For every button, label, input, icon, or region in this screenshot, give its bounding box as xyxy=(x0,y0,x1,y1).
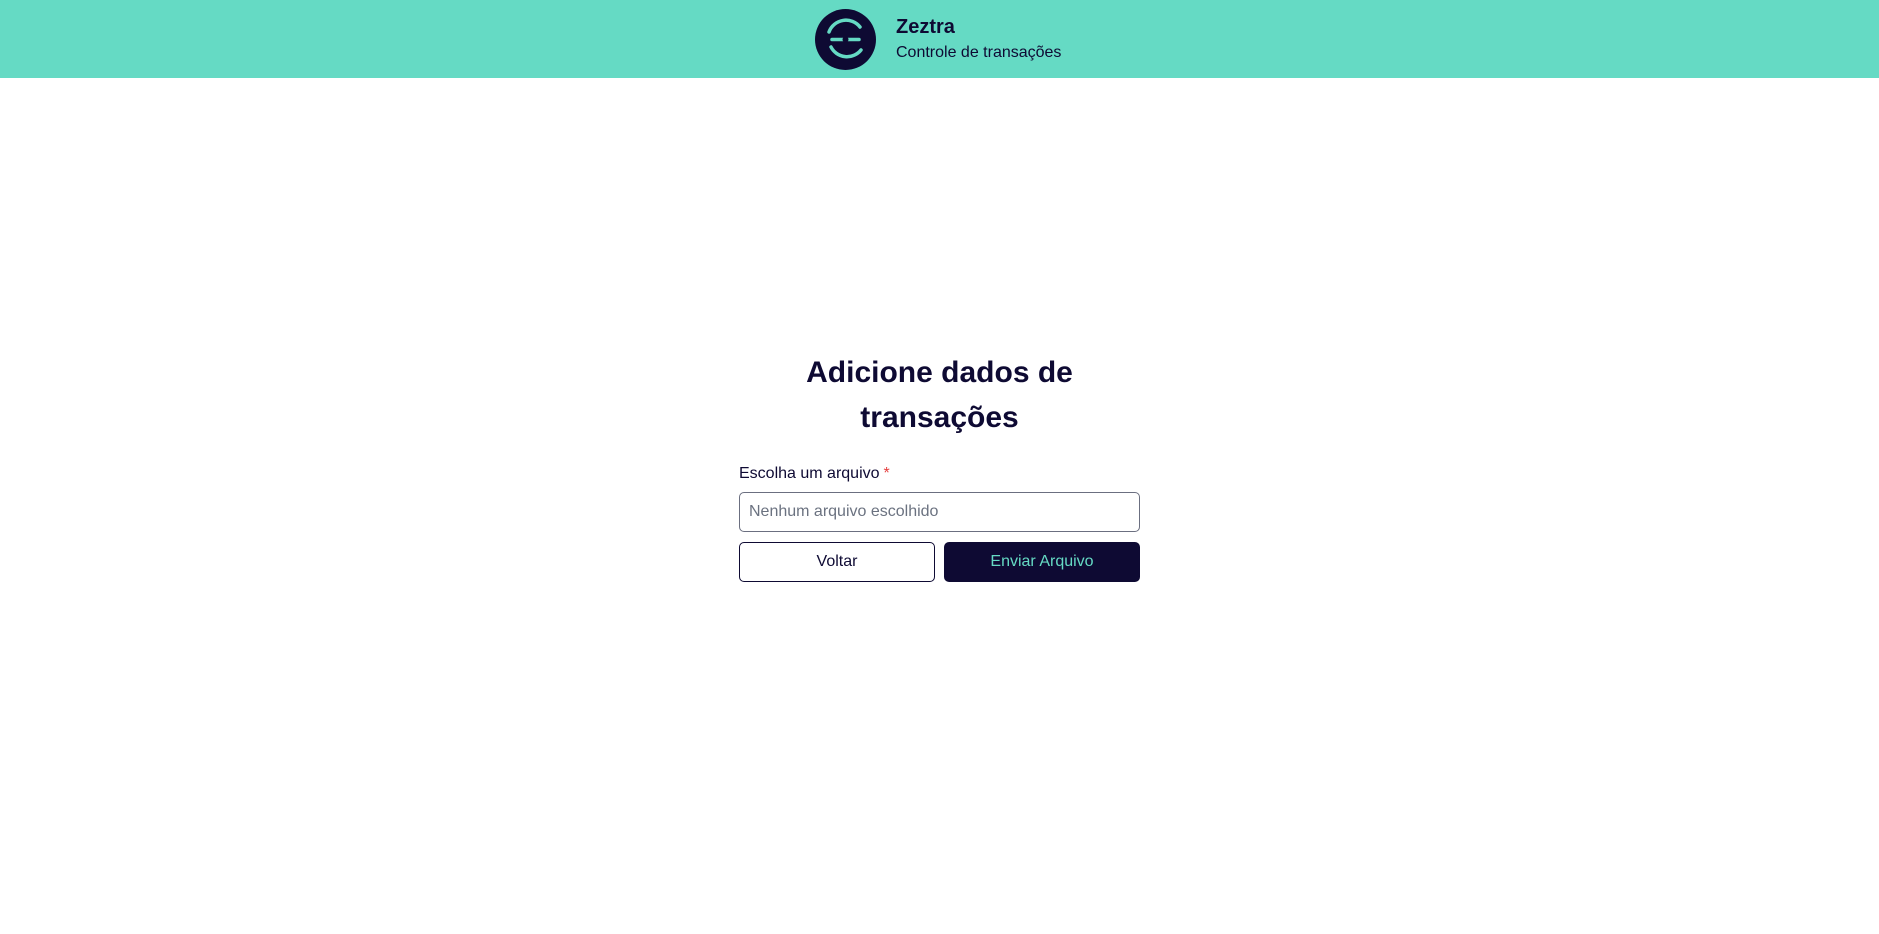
back-button[interactable]: Voltar xyxy=(739,542,935,582)
file-field-label-text: Escolha um arquivo xyxy=(739,465,880,482)
app-name: Zeztra xyxy=(896,15,955,38)
file-input-placeholder: Nenhum arquivo escolhido xyxy=(749,503,939,520)
app-header: Zeztra Controle de transações xyxy=(0,0,1879,78)
file-input[interactable]: Nenhum arquivo escolhido xyxy=(739,492,1140,532)
brand-text: Zeztra Controle de transações xyxy=(896,15,1061,64)
file-field-label: Escolha um arquivo * xyxy=(739,464,1140,484)
app-subtitle: Controle de transações xyxy=(896,43,1062,61)
required-marker: * xyxy=(883,465,890,482)
form-actions: Voltar Enviar Arquivo xyxy=(739,542,1140,582)
page-title: Adicione dados de transações xyxy=(806,356,1073,434)
submit-file-button[interactable]: Enviar Arquivo xyxy=(944,542,1140,582)
upload-form: Adicione dados de transações Escolha um … xyxy=(739,350,1140,582)
zeztra-logo-icon xyxy=(815,8,876,70)
brand: Zeztra Controle de transações xyxy=(815,8,1061,70)
